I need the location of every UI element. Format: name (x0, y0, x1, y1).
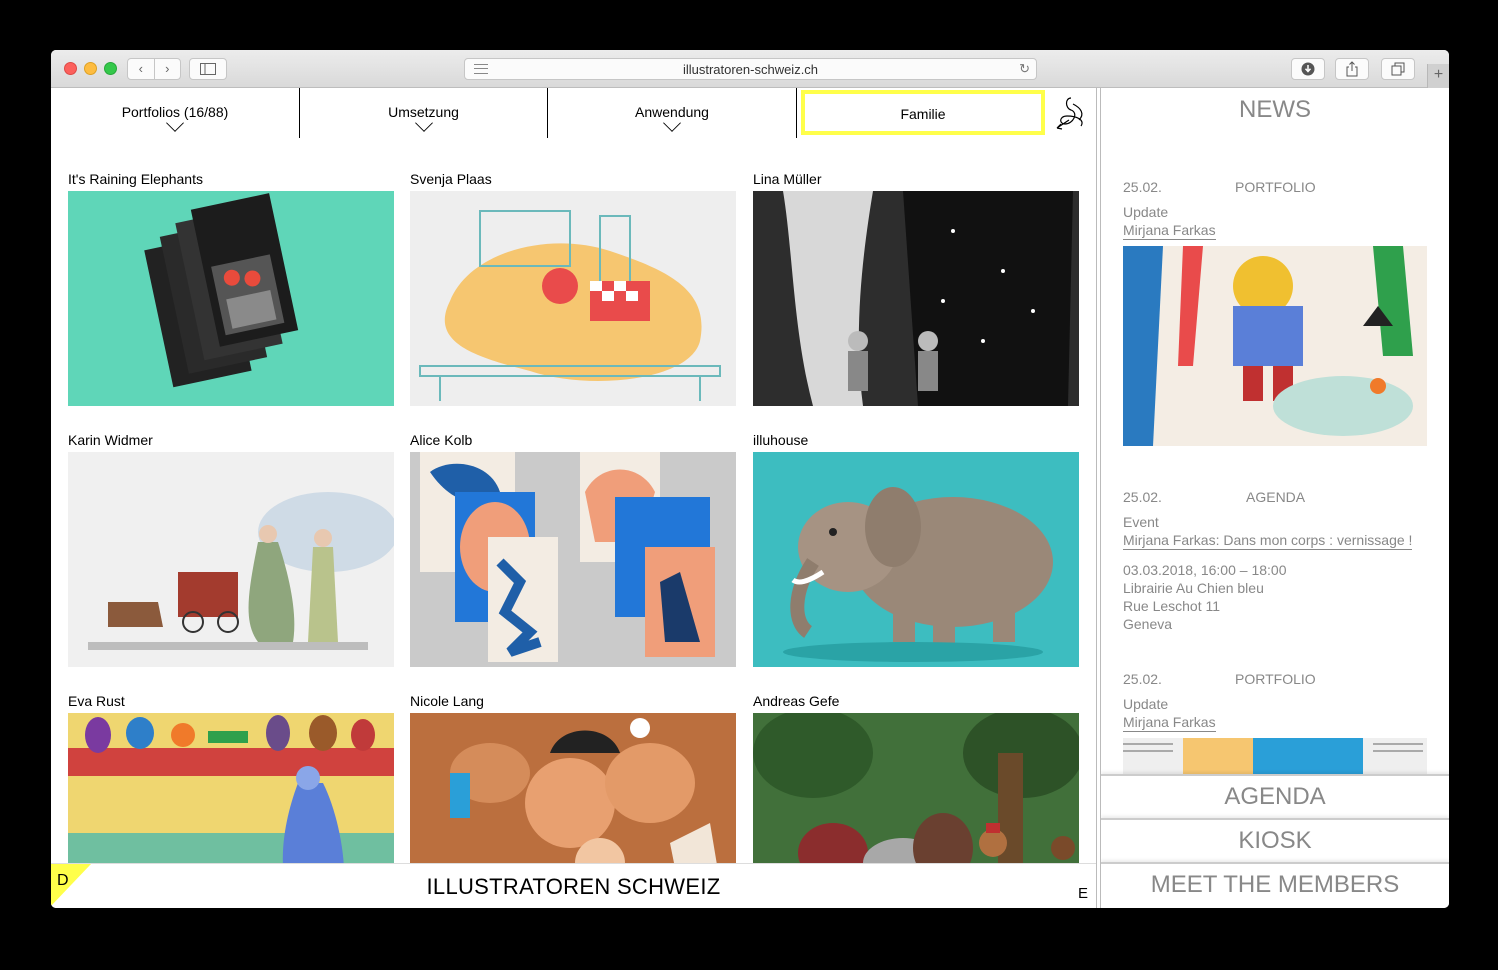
news-date: 25.02. (1123, 671, 1162, 687)
illustration-image (410, 452, 736, 667)
news-date: 25.02. (1123, 489, 1162, 505)
news-link[interactable]: Mirjana Farkas (1123, 713, 1216, 732)
news-image[interactable] (1123, 738, 1427, 778)
news-category: AGENDA (1246, 489, 1306, 505)
portfolio-name: Alice Kolb (410, 432, 473, 448)
illustration-image (1123, 246, 1427, 446)
news-kind: Event (1123, 514, 1159, 530)
portfolio-name: Karin Widmer (68, 432, 153, 448)
event-venue: Librairie Au Chien bleu (1123, 580, 1264, 596)
portfolio-name: Andreas Gefe (753, 693, 840, 709)
portfolio-name: Svenja Plaas (410, 171, 492, 187)
news-entry: 25.02. AGENDA Event Mirjana Farkas: Dans… (1123, 488, 1427, 632)
browser-toolbar: ‹ › illustratoren-schweiz.ch ↻ + (51, 50, 1449, 88)
tabs-icon (1391, 62, 1405, 76)
illustration-image (753, 452, 1079, 667)
sidebar-toggle-button[interactable] (189, 58, 227, 80)
news-kind: Update (1123, 204, 1169, 220)
logo-icon[interactable] (1051, 94, 1091, 134)
filter-bar: Portfolios (16/88) Umsetzung Anwendung F… (51, 88, 1096, 138)
portfolio-area: Portfolios (16/88) Umsetzung Anwendung F… (51, 88, 1096, 908)
news-panel: NEWS 25.02. PORTFOLIO Update Mirjana Far… (1101, 88, 1449, 908)
filter-portfolios[interactable]: Portfolios (16/88) (51, 88, 300, 138)
members-tab[interactable]: MEET THE MEMBERS (1101, 862, 1449, 908)
page-content: Portfolios (16/88) Umsetzung Anwendung F… (51, 88, 1449, 908)
language-en-button[interactable]: E (1078, 885, 1088, 902)
portfolio-card[interactable]: Svenja Plaas (410, 170, 736, 406)
filter-familie-label: Familie (900, 106, 946, 122)
address-bar[interactable]: illustratoren-schweiz.ch ↻ (464, 58, 1037, 80)
address-url: illustratoren-schweiz.ch (682, 62, 819, 77)
news-date: 25.02. (1123, 179, 1162, 195)
news-category: PORTFOLIO (1235, 671, 1316, 687)
share-button[interactable] (1335, 58, 1369, 80)
agenda-tab[interactable]: AGENDA (1101, 774, 1449, 818)
news-heading[interactable]: NEWS (1101, 96, 1449, 124)
share-icon (1346, 61, 1358, 77)
news-kind: Update (1123, 696, 1169, 712)
portfolio-thumbnail[interactable] (410, 452, 736, 667)
portfolio-card[interactable]: Alice Kolb (410, 431, 736, 667)
portfolio-thumbnail[interactable] (753, 191, 1079, 406)
event-city: Geneva (1123, 616, 1173, 632)
portfolio-thumbnail[interactable] (410, 191, 736, 406)
portfolio-thumbnail[interactable] (68, 191, 394, 406)
back-button[interactable]: ‹ (128, 59, 155, 79)
news-link[interactable]: Mirjana Farkas: Dans mon corps : verniss… (1123, 531, 1413, 550)
event-date: 03.03.2018, 16:00 – 18:00 (1123, 562, 1287, 578)
portfolio-name: Lina Müller (753, 171, 822, 187)
illustration-image (68, 191, 394, 406)
event-street: Rue Leschot 11 (1123, 598, 1221, 614)
news-category: PORTFOLIO (1235, 179, 1316, 195)
close-window-button[interactable] (64, 62, 77, 75)
portfolio-card[interactable]: It's Raining Elephants (68, 170, 394, 406)
portfolio-card[interactable]: Karin Widmer (68, 431, 394, 667)
event-details: 03.03.2018, 16:00 – 18:00 Librairie Au C… (1123, 561, 1286, 633)
filter-anwendung[interactable]: Anwendung (548, 88, 797, 138)
site-title[interactable]: ILLUSTRATOREN SCHWEIZ (51, 874, 1096, 900)
illustration-image (1123, 738, 1427, 778)
downloads-button[interactable] (1291, 58, 1325, 80)
zoom-window-button[interactable] (104, 62, 117, 75)
reload-icon[interactable]: ↻ (1019, 61, 1030, 77)
forward-button[interactable]: › (155, 59, 181, 79)
portfolio-card[interactable]: illuhouse (753, 431, 1079, 667)
portfolio-card[interactable]: Lina Müller (753, 170, 1079, 406)
new-tab-button[interactable]: + (1427, 64, 1449, 88)
portfolio-name: Nicole Lang (410, 693, 484, 709)
site-footer-bar: D ILLUSTRATOREN SCHWEIZ E (51, 863, 1096, 908)
portfolio-thumbnail[interactable] (68, 452, 394, 667)
illustration-image (753, 191, 1079, 406)
tab-overview-button[interactable] (1381, 58, 1415, 80)
browser-window: ‹ › illustratoren-schweiz.ch ↻ + Portfol… (51, 50, 1449, 908)
download-icon (1301, 62, 1315, 76)
illustration-image (68, 452, 394, 667)
filter-familie[interactable]: Familie (801, 90, 1045, 135)
kiosk-tab[interactable]: KIOSK (1101, 818, 1449, 862)
news-link[interactable]: Mirjana Farkas (1123, 221, 1216, 240)
portfolio-thumbnail[interactable] (753, 452, 1079, 667)
filter-umsetzung[interactable]: Umsetzung (300, 88, 548, 138)
sidebar-icon (200, 63, 216, 75)
news-image[interactable] (1123, 246, 1427, 446)
portfolio-name: Eva Rust (68, 693, 125, 709)
portfolio-name: illuhouse (753, 432, 809, 448)
history-nav: ‹ › (127, 58, 181, 80)
minimize-window-button[interactable] (84, 62, 97, 75)
illustration-image (410, 191, 736, 406)
portfolio-name: It's Raining Elephants (68, 171, 203, 187)
